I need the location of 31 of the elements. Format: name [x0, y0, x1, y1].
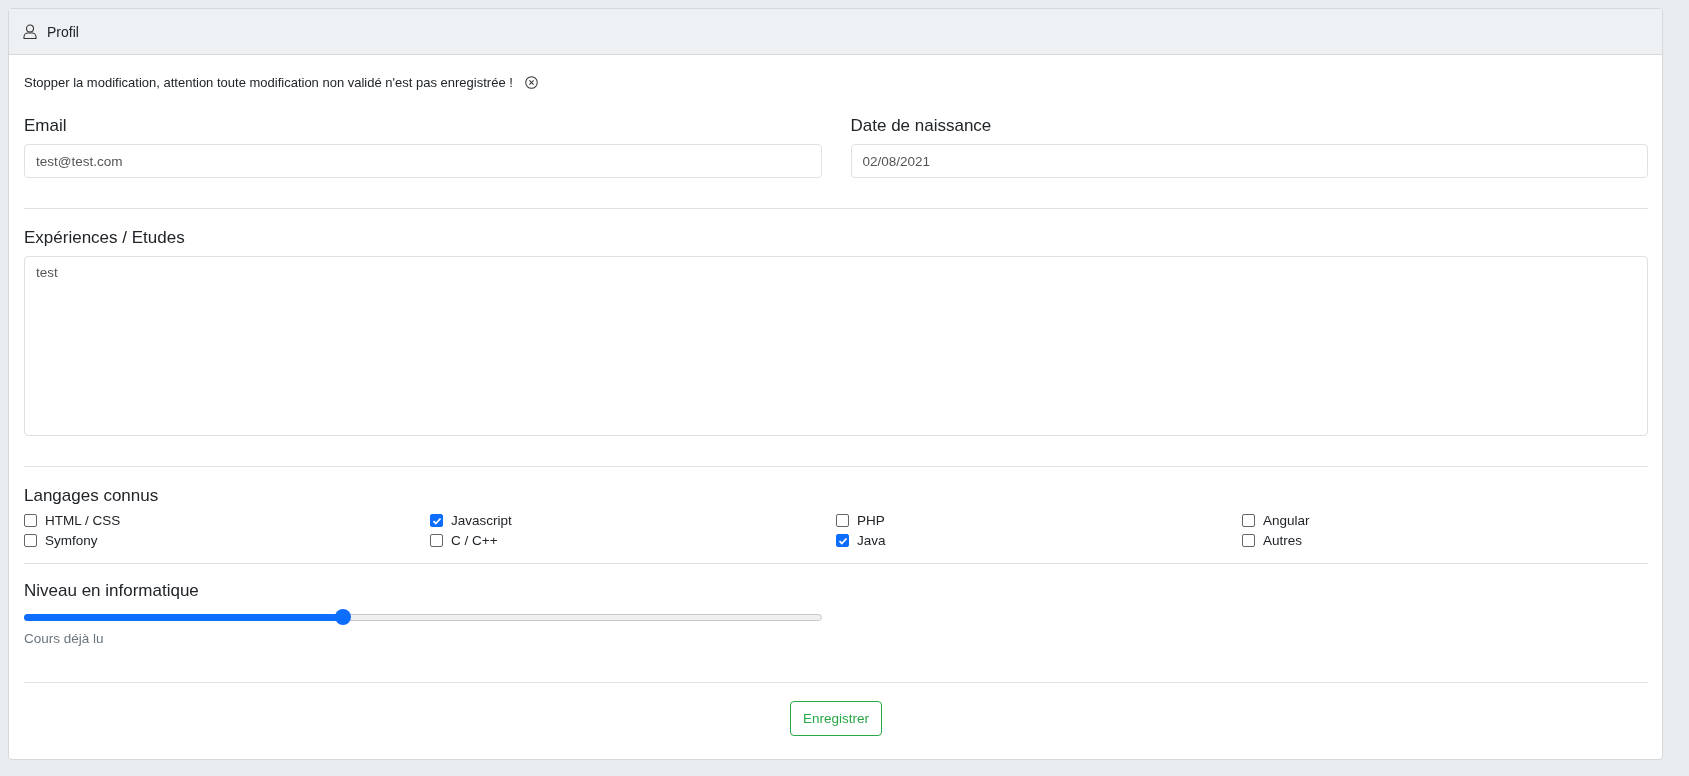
checkbox[interactable] — [836, 514, 849, 527]
checkbox-option[interactable]: C / C++ — [430, 532, 836, 549]
slider-thumb[interactable] — [335, 609, 352, 625]
checkbox-option[interactable]: Angular — [1242, 512, 1648, 529]
close-icon[interactable] — [524, 75, 538, 89]
section-label: Langages connus — [24, 485, 160, 506]
checkbox[interactable] — [430, 534, 443, 547]
input-field[interactable]: test@test.com — [24, 144, 822, 178]
header-title: Profil — [47, 23, 79, 40]
section-label: Niveau en informatique — [24, 580, 200, 601]
checkbox-option[interactable]: PHP — [836, 512, 1242, 529]
slider-caption: Cours déjà lu — [24, 631, 105, 646]
checkbox[interactable] — [24, 514, 37, 527]
checkbox-option[interactable]: Autres — [1242, 532, 1648, 549]
field-label: Email — [24, 115, 68, 136]
field-label: Expériences / Etudes — [24, 227, 186, 248]
notice-text: Stopper la modification, attention toute modification non validé n'est pas enregistrée ! — [24, 74, 513, 90]
level-slider[interactable] — [24, 609, 822, 625]
checkbox-option[interactable]: Javascript — [430, 512, 836, 529]
checkbox-option[interactable]: Java — [836, 532, 1242, 549]
text-area[interactable]: test — [24, 256, 1648, 436]
input-field[interactable]: 02/08/2021 — [850, 144, 1648, 178]
checkbox[interactable] — [1242, 514, 1255, 527]
field-label: Date de naissance — [850, 115, 993, 136]
checkbox-option[interactable]: Symfony — [24, 532, 430, 549]
user-icon — [23, 24, 37, 39]
checkbox-option[interactable]: HTML / CSS — [24, 512, 430, 529]
checkbox[interactable] — [24, 534, 37, 547]
checkbox[interactable] — [836, 534, 849, 547]
checkbox[interactable] — [1242, 534, 1255, 547]
checkbox[interactable] — [430, 514, 443, 527]
